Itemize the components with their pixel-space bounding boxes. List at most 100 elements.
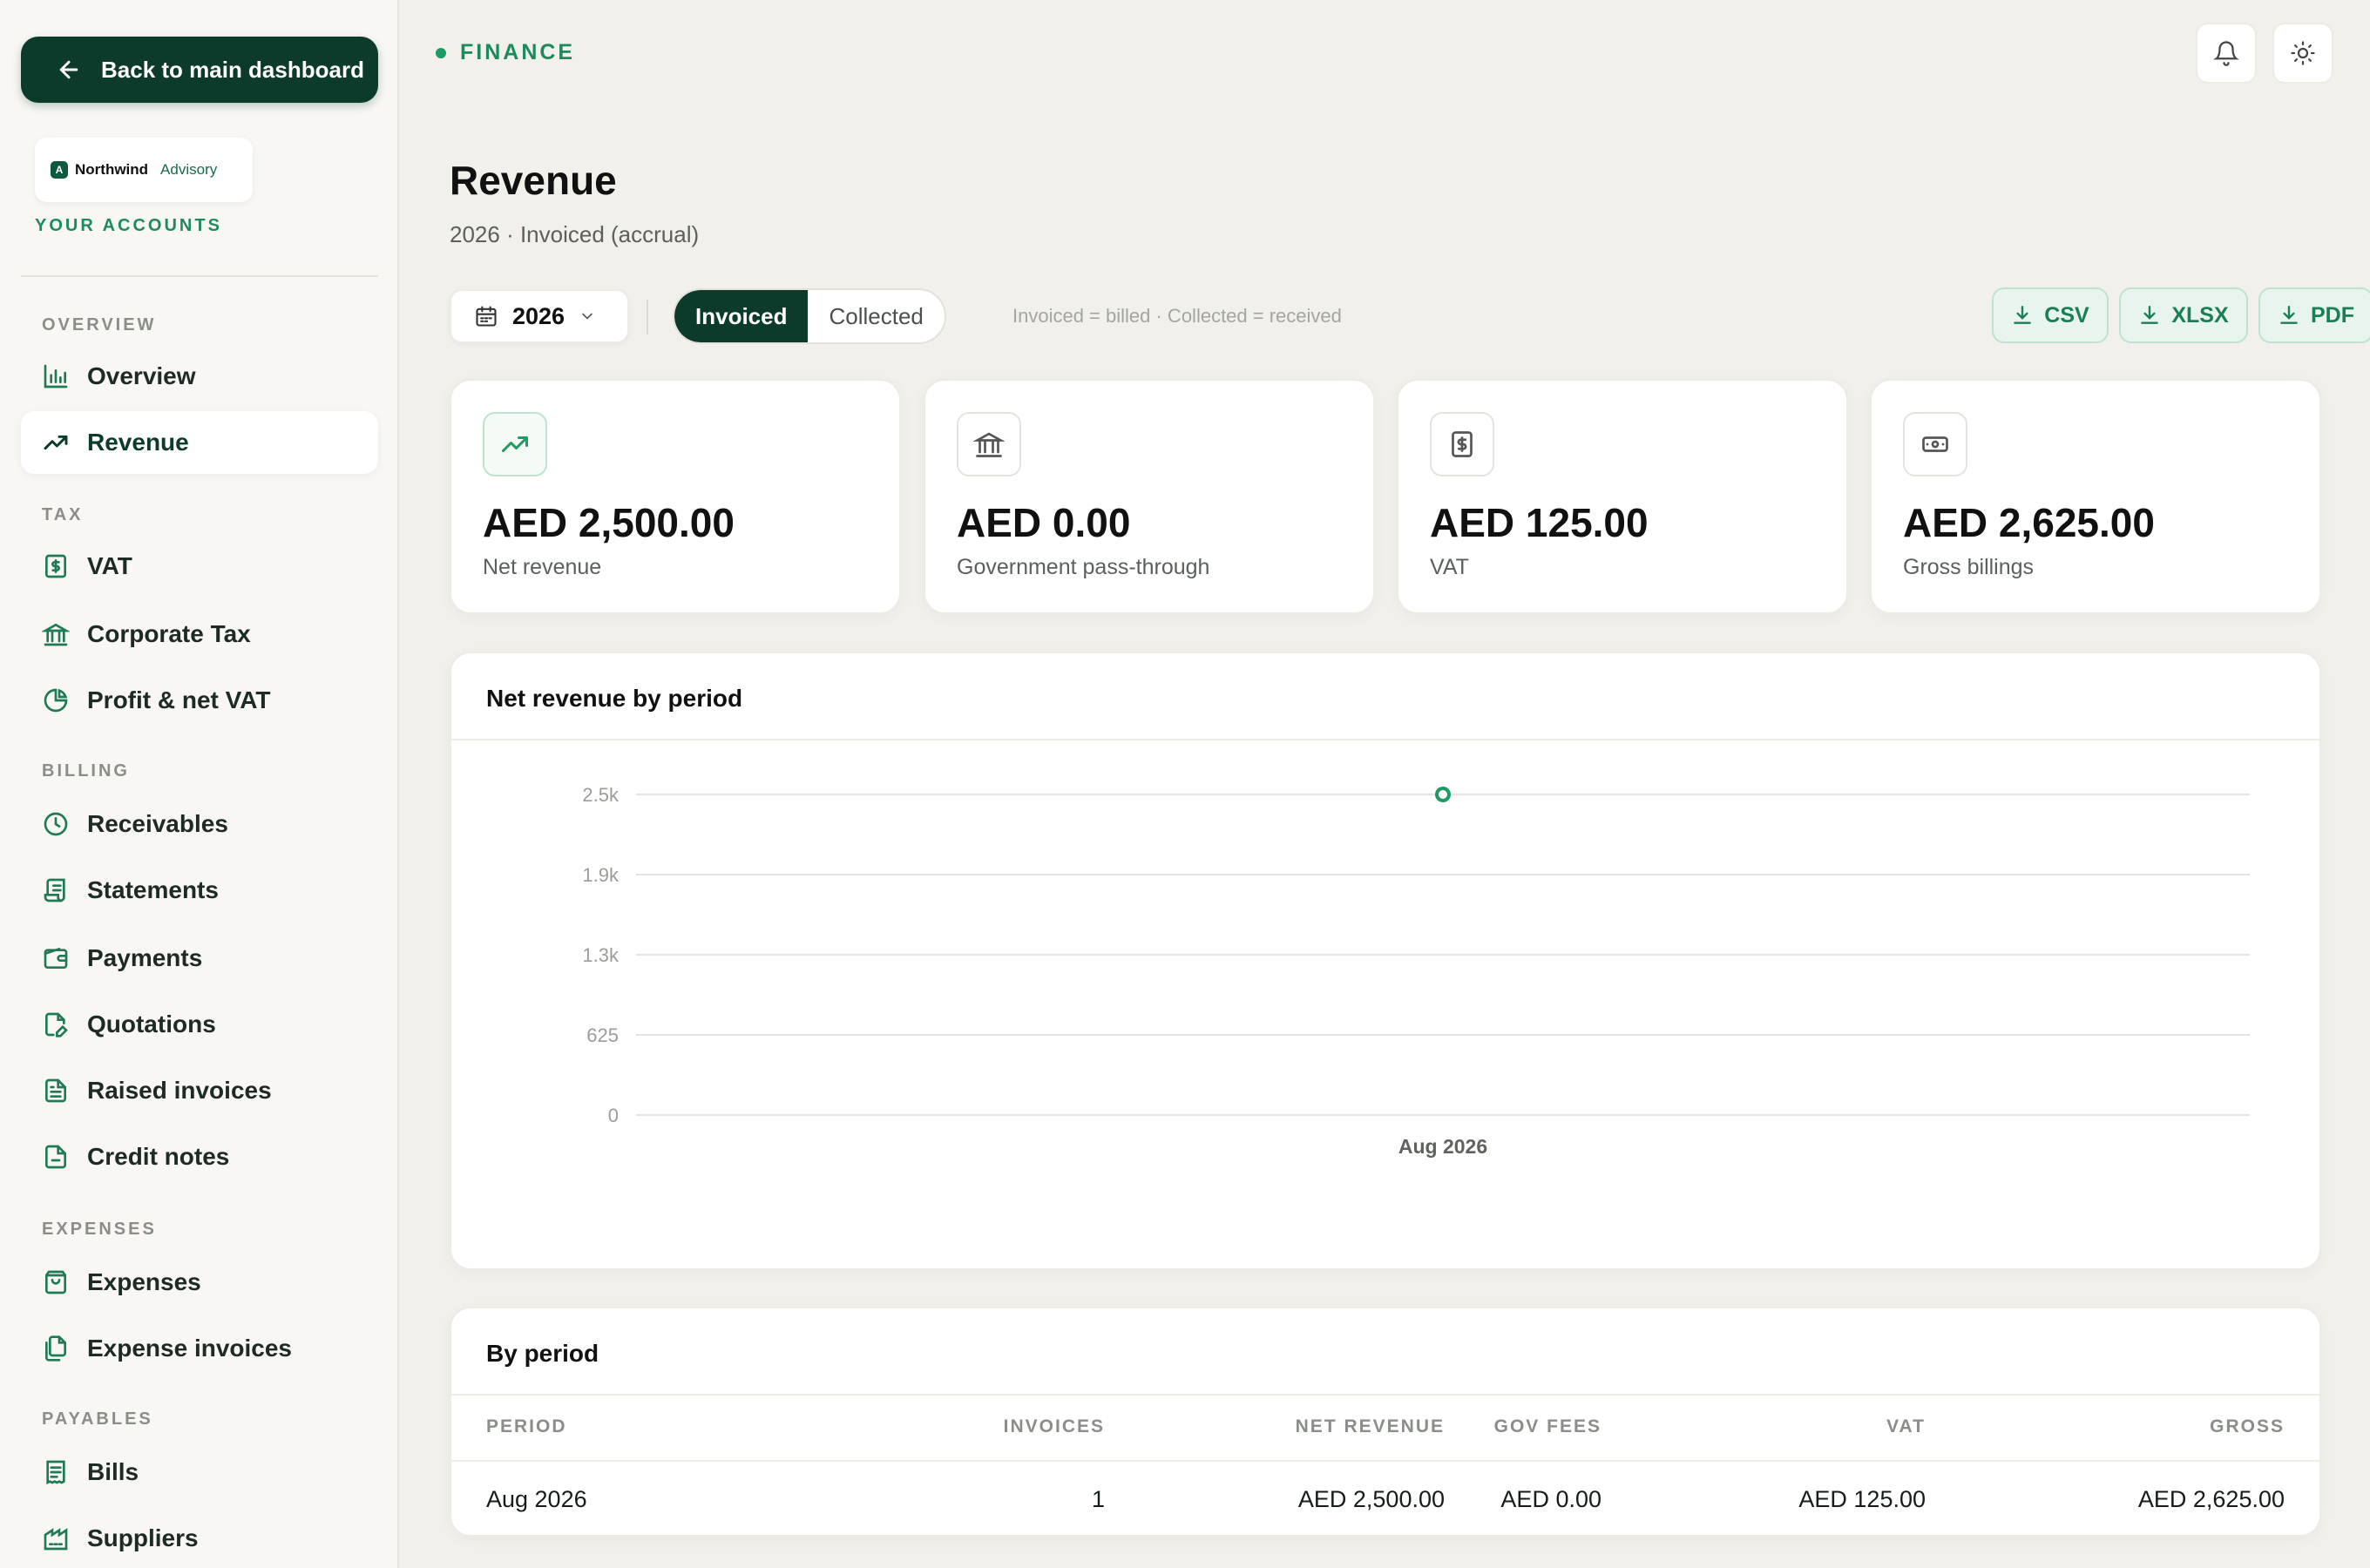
collected-toggle-button[interactable]: Collected	[808, 290, 944, 342]
column-header-vat[interactable]: VAT	[1886, 1416, 1926, 1437]
sidebar-item-label: Suppliers	[87, 1524, 199, 1551]
y-tick-label: 1.9k	[582, 864, 620, 886]
invoiced-toggle-button[interactable]: Invoiced	[674, 290, 809, 342]
sidebar-item-label: Payments	[87, 944, 203, 971]
column-header-period[interactable]: PERIOD	[486, 1416, 567, 1437]
cell-gov-fees: AED 0.00	[1500, 1486, 1601, 1512]
cell-net-revenue: AED 2,500.00	[1297, 1486, 1445, 1512]
kpi-icon-box	[1430, 412, 1494, 476]
sidebar-item-corporate-tax[interactable]: Corporate Tax	[21, 603, 378, 666]
sidebar-item-label: Corporate Tax	[87, 620, 251, 647]
sidebar-item-quotations[interactable]: Quotations	[21, 993, 378, 1056]
kpi-value: AED 125.00	[1430, 500, 1649, 545]
sidebar-item-label: Expenses	[87, 1268, 201, 1295]
kpi-icon-box	[1903, 412, 1967, 476]
card-divider	[451, 1394, 2319, 1396]
x-tick-label: Aug 2026	[1398, 1135, 1487, 1158]
sidebar-item-suppliers[interactable]: Suppliers	[21, 1507, 378, 1568]
column-header-net-revenue[interactable]: NET REVENUE	[1296, 1416, 1445, 1437]
sidebar-item-bills[interactable]: Bills	[21, 1441, 378, 1504]
sidebar-divider	[21, 275, 378, 277]
trending-up-icon	[502, 436, 528, 452]
y-tick-label: 2.5k	[582, 784, 620, 806]
y-tick-label: 1.3k	[582, 944, 620, 966]
sidebar-item-expenses[interactable]: Expenses	[21, 1251, 378, 1314]
data-point	[1435, 787, 1451, 802]
column-header-gross[interactable]: GROSS	[2210, 1416, 2285, 1437]
bank-icon	[42, 623, 70, 646]
back-to-dashboard-button[interactable]: Back to main dashboard	[21, 37, 378, 103]
logo-name: Northwind	[75, 161, 149, 178]
sidebar-item-label: Receivables	[87, 810, 228, 837]
sidebar-item-overview[interactable]: Overview	[21, 345, 378, 408]
suppliers-icon	[44, 1528, 68, 1551]
export-pdf-label: PDF	[2311, 302, 2354, 328]
cell-vat: AED 125.00	[1798, 1486, 1926, 1512]
page-subtitle: 2026 · Invoiced (accrual)	[450, 221, 700, 247]
notifications-button[interactable]	[2196, 23, 2257, 84]
chart-title: Net revenue by period	[486, 685, 743, 712]
bell-icon	[2213, 41, 2239, 66]
chevron-down-icon	[582, 313, 592, 320]
table-title: By period	[486, 1340, 599, 1367]
receipt-icon	[1452, 431, 1473, 457]
breadcrumb-label: FINANCE	[460, 40, 576, 64]
kpi-label: Net revenue	[483, 555, 602, 579]
kpi-card-net-revenue: AED 2,500.00 Net revenue	[450, 379, 901, 614]
year-select[interactable]: 2026	[450, 289, 629, 343]
bill-icon	[46, 1460, 65, 1485]
cell-period: Aug 2026	[486, 1486, 587, 1512]
kpi-card-gross-billings: AED 2,625.00 Gross billings	[1870, 379, 2321, 614]
file-edit-icon	[45, 1012, 68, 1037]
banknote-icon	[1922, 436, 1948, 452]
account-logo[interactable]: A Northwind Advisory	[35, 138, 253, 202]
main-content: FINANCE Revenue 2026 · Invoiced (accrual…	[401, 0, 2370, 1568]
sidebar-item-statements[interactable]: Statements	[21, 859, 378, 922]
kpi-card-government-pass-through: AED 0.00 Government pass-through	[924, 379, 1375, 614]
sidebar-item-vat[interactable]: VAT	[21, 535, 378, 598]
calendar-icon	[476, 306, 497, 327]
kpi-value: AED 2,625.00	[1903, 500, 2155, 545]
sidebar-item-label: Revenue	[87, 429, 189, 456]
sidebar-item-label: Credit notes	[87, 1143, 230, 1170]
column-header-invoices[interactable]: INVOICES	[1004, 1416, 1105, 1437]
y-tick-label: 0	[608, 1105, 619, 1126]
sidebar-item-label: Quotations	[87, 1010, 216, 1037]
column-header-gov-fees[interactable]: GOV FEES	[1494, 1416, 1601, 1437]
sidebar-item-label: Profit & net VAT	[87, 686, 271, 713]
your-accounts-label[interactable]: YOUR ACCOUNTS	[35, 216, 222, 236]
theme-toggle-button[interactable]	[2272, 23, 2333, 84]
receipt-icon	[45, 554, 66, 578]
sidebar-item-expense-invoices[interactable]: Expense invoices	[21, 1317, 378, 1380]
pie-chart-icon	[44, 688, 68, 713]
sidebar-item-raised-invoices[interactable]: Raised invoices	[21, 1059, 378, 1122]
sidebar: Back to main dashboard A Northwind Advis…	[0, 0, 399, 1568]
sidebar-item-payments[interactable]: Payments	[21, 927, 378, 990]
sidebar-item-profit-net-vat[interactable]: Profit & net VAT	[21, 669, 378, 732]
clock-icon	[44, 812, 68, 836]
sidebar-item-credit-notes[interactable]: Credit notes	[21, 1125, 378, 1188]
sidebar-item-label: Bills	[87, 1458, 139, 1485]
sidebar-item-revenue[interactable]: Revenue	[21, 411, 378, 474]
sidebar-item-receivables[interactable]: Receivables	[21, 793, 378, 855]
scroll-icon	[44, 878, 65, 902]
download-icon	[2141, 306, 2159, 324]
page-title: Revenue	[450, 158, 617, 203]
section-label-payables: PAYABLES	[42, 1409, 153, 1429]
files-icon	[45, 1335, 66, 1362]
net-revenue-line-chart: 0 625 1.3k 1.9k 2.5k Aug 2026	[582, 784, 2250, 1158]
kpi-card-vat: AED 125.00 VAT	[1397, 379, 1848, 614]
export-xlsx-button[interactable]: XLSX	[2119, 287, 2248, 343]
wallet-icon	[44, 948, 68, 969]
shopping-bag-icon	[45, 1270, 66, 1294]
kpi-label: Government pass-through	[957, 555, 1210, 579]
chart-card: Net revenue by period 0 625 1.3k 1.9k 2.5k Au…	[450, 652, 2321, 1270]
sidebar-item-label: Statements	[87, 876, 219, 903]
section-label-overview: OVERVIEW	[42, 315, 157, 335]
export-csv-button[interactable]: CSV	[1992, 287, 2109, 343]
export-pdf-button[interactable]: PDF	[2258, 287, 2370, 343]
basis-toggle: Invoiced Collected	[673, 288, 946, 344]
cell-invoices: 1	[1091, 1486, 1105, 1512]
breadcrumb: FINANCE	[436, 40, 575, 65]
y-tick-label: 625	[586, 1024, 619, 1046]
